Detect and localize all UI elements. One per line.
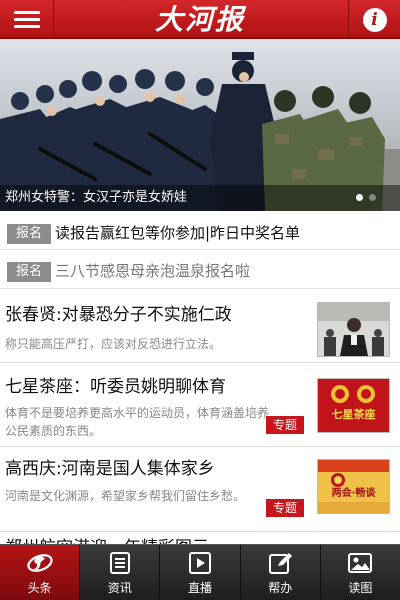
app-logo: 大河报 bbox=[154, 3, 245, 36]
tab-label: 直播 bbox=[188, 581, 213, 595]
tab-label: 读图 bbox=[348, 581, 373, 595]
carousel-dot[interactable] bbox=[356, 194, 363, 201]
article-summary: 称只能高压严打，应该对反恐进行立法。 bbox=[5, 337, 222, 351]
article-title: 高西庆:河南是国人集体家乡 bbox=[5, 459, 215, 479]
news-list-item[interactable]: 张春贤:对暴恐分子不实施仁政 称只能高压严打，应该对反恐进行立法。 bbox=[0, 291, 400, 363]
info-button[interactable]: i bbox=[348, 0, 400, 39]
picture-icon bbox=[348, 553, 373, 573]
carousel-dots bbox=[356, 194, 376, 201]
article-title: 张春贤:对暴恐分子不实施仁政 bbox=[5, 305, 232, 325]
article-summary: 河南是文化渊源，希望家乡帮我们留住乡愁。 bbox=[5, 489, 246, 503]
article-title: 七星茶座：听委员姚明聊体育 bbox=[5, 377, 226, 397]
menu-icon bbox=[13, 7, 40, 32]
info-icon: i bbox=[362, 7, 387, 32]
topic-tag[interactable]: 专题 bbox=[266, 499, 304, 517]
menu-button[interactable] bbox=[0, 0, 54, 39]
banner-caption-bar: 郑州女特警：女汉子亦是女娇娃 bbox=[0, 185, 400, 211]
signup-badge: 报名 bbox=[7, 224, 51, 244]
signup-badge: 报名 bbox=[7, 262, 51, 282]
tab-pictures[interactable]: 读图 bbox=[321, 545, 400, 600]
news-list-item[interactable]: 高西庆:河南是国人集体家乡 河南是文化渊源，希望家乡帮我们留住乡愁。 专题 两会… bbox=[0, 447, 400, 532]
app-header: 大河报 i bbox=[0, 0, 400, 39]
edit-icon bbox=[269, 553, 293, 574]
article-summary: 体育不是要培养更高水平的运动员，体育涵盖培养公民素质的东西。 bbox=[5, 406, 270, 438]
banner-carousel[interactable]: 郑州女特警：女汉子亦是女娇娃 bbox=[0, 39, 400, 211]
notice-item[interactable]: 报名 读报告赢红包等你参加|昨日中奖名单 bbox=[0, 217, 400, 250]
thumbnail-text: 七星茶座 bbox=[331, 408, 376, 421]
news-list-item[interactable]: 七星茶座：听委员姚明聊体育 体育不是要培养更高水平的运动员，体育涵盖培养公民素质… bbox=[0, 363, 400, 447]
notice-text: 读报告赢红包等你参加|昨日中奖名单 bbox=[55, 224, 301, 242]
tab-label: 资讯 bbox=[107, 581, 132, 595]
carousel-dot[interactable] bbox=[369, 194, 376, 201]
banner-caption: 郑州女特警：女汉子亦是女娇娃 bbox=[5, 190, 188, 205]
headline-icon bbox=[26, 554, 53, 572]
bottom-tab-bar: 头条 资讯 直播 帮办 读图 bbox=[0, 544, 400, 600]
notice-text: 三八节感恩母亲泡温泉报名啦 bbox=[55, 262, 251, 280]
article-thumbnail: 两会·畅谈 bbox=[317, 459, 390, 514]
topic-tag[interactable]: 专题 bbox=[266, 416, 304, 434]
article-thumbnail: 七星茶座 bbox=[317, 378, 390, 433]
tab-headline[interactable]: 头条 bbox=[0, 545, 81, 600]
live-play-icon bbox=[189, 552, 211, 574]
tab-help[interactable]: 帮办 bbox=[241, 545, 321, 600]
notice-item[interactable]: 报名 三八节感恩母亲泡温泉报名啦 bbox=[0, 255, 400, 289]
news-icon bbox=[109, 552, 130, 574]
tab-label: 头条 bbox=[27, 581, 52, 595]
article-thumbnail bbox=[317, 302, 390, 357]
tab-label: 帮办 bbox=[268, 581, 293, 595]
thumbnail-text: 两会·畅谈 bbox=[331, 488, 376, 499]
tab-live[interactable]: 直播 bbox=[160, 545, 241, 600]
tab-news[interactable]: 资讯 bbox=[80, 545, 161, 600]
